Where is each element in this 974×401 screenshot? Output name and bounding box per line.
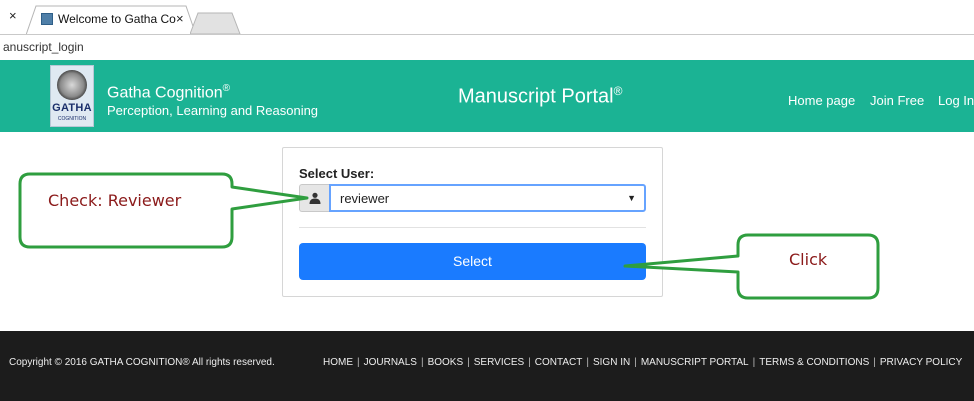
footer-link-terms[interactable]: TERMS & CONDITIONS	[759, 357, 869, 368]
separator: |	[586, 357, 589, 368]
footer-link-home[interactable]: HOME	[323, 357, 353, 368]
separator: |	[873, 357, 876, 368]
site-footer: Copyright © 2016 GATHA COGNITION® All ri…	[0, 331, 974, 401]
check-reviewer-callout-text: Check: Reviewer	[48, 191, 182, 210]
copyright-text: Copyright © 2016 GATHA COGNITION® All ri…	[9, 357, 275, 368]
separator: |	[467, 357, 470, 368]
check-reviewer-callout	[18, 172, 309, 249]
separator: |	[420, 357, 424, 368]
separator: |	[634, 357, 637, 368]
click-callout-text: Click	[789, 250, 828, 269]
footer-link-journals[interactable]: JOURNALS	[364, 357, 417, 368]
footer-link-books[interactable]: BOOKS	[428, 357, 464, 368]
footer-link-contact[interactable]: CONTACT	[535, 357, 583, 368]
footer-link-sign-in[interactable]: SIGN IN	[593, 357, 630, 368]
footer-link-manuscript-portal[interactable]: MANUSCRIPT PORTAL	[641, 357, 749, 368]
footer-links: HOME | JOURNALS | BOOKS | SERVICES | CONTACT | SIG…	[323, 357, 962, 368]
separator: |	[752, 357, 756, 368]
footer-link-services[interactable]: SERVICES	[474, 357, 524, 368]
separator: |	[528, 357, 531, 368]
click-callout	[623, 233, 880, 300]
footer-link-privacy[interactable]: PRIVACY POLICY	[880, 357, 962, 368]
separator: |	[357, 357, 360, 368]
